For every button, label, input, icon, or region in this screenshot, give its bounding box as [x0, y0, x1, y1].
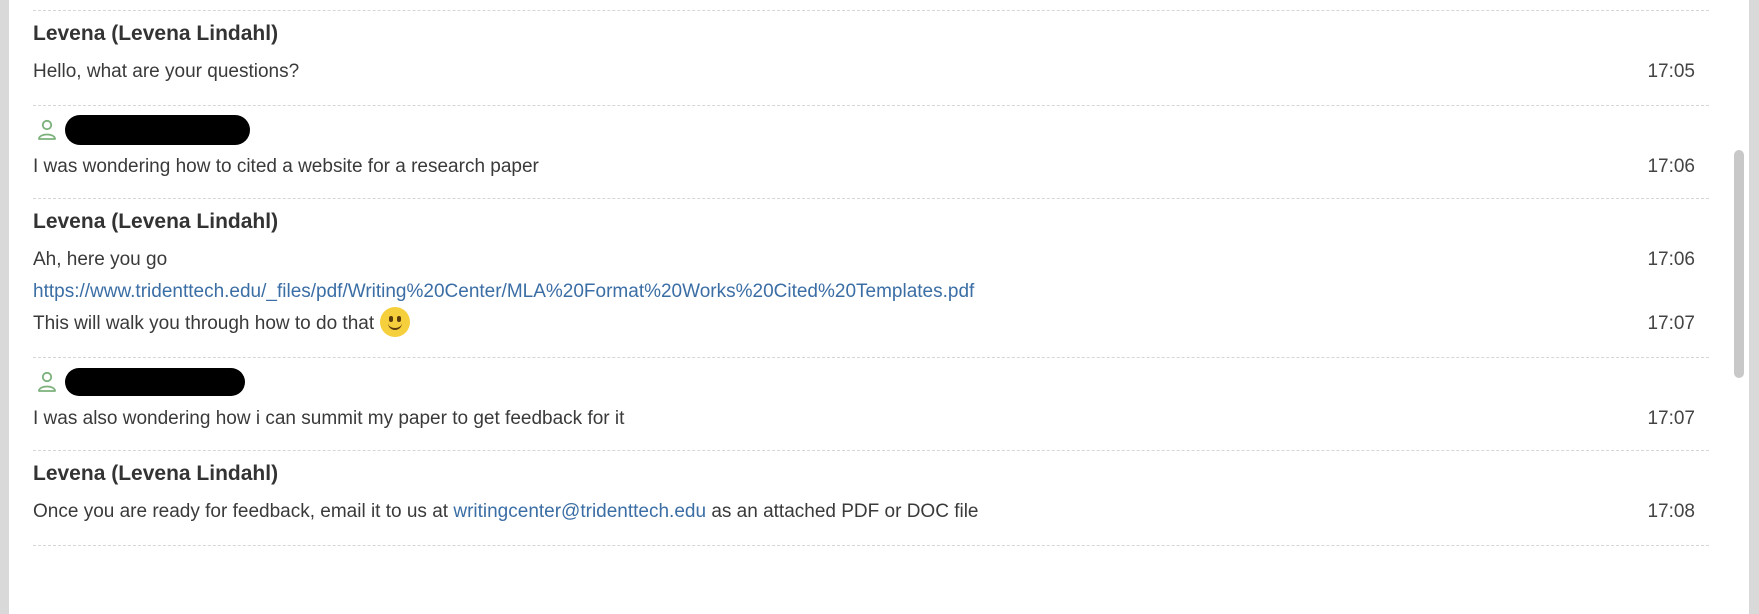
message-line: I was also wondering how i can summit my… [33, 402, 1709, 436]
message-timestamp: 17:05 [1647, 61, 1695, 82]
message-text-before: Once you are ready for feedback, email i… [33, 501, 454, 522]
user-sender [33, 106, 1709, 150]
message-group: Levena (Levena Lindahl) Ah, here you go … [33, 199, 1709, 341]
message-group: I was wondering how to cited a website f… [33, 106, 1709, 184]
message-text: I was also wondering how i can summit my… [33, 408, 625, 429]
message-group: Levena (Levena Lindahl) Once you are rea… [33, 451, 1709, 529]
message-text-with-emoji: This will walk you through how to do tha… [33, 307, 1625, 339]
user-sender [33, 358, 1709, 402]
message-group: I was also wondering how i can summit my… [33, 358, 1709, 436]
message-line: I was wondering how to cited a website f… [33, 150, 1709, 184]
pdf-link[interactable]: https://www.tridenttech.edu/_files/pdf/W… [33, 281, 974, 303]
message-text: Ah, here you go [33, 249, 168, 270]
email-link[interactable]: writingcenter@tridenttech.edu [453, 501, 706, 522]
scrollbar-thumb[interactable] [1734, 150, 1744, 378]
message-divider [33, 545, 1709, 546]
message-group: Levena (Levena Lindahl) Hello, what are … [33, 11, 1709, 89]
chat-panel: Levena (Levena Lindahl) Hello, what are … [9, 0, 1749, 614]
person-outline-icon [38, 119, 56, 140]
message-line: This will walk you through how to do tha… [33, 307, 1709, 341]
message-text-after: as an attached PDF or DOC file [706, 501, 979, 522]
sender-name: Levena (Levena Lindahl) [33, 210, 279, 233]
message-text: I was wondering how to cited a website f… [33, 156, 539, 177]
sender-name: Levena (Levena Lindahl) [33, 462, 279, 485]
message-timestamp: 17:06 [1647, 156, 1695, 177]
smiley-emoji-icon [380, 307, 411, 337]
message-timestamp: 17:07 [1647, 313, 1695, 334]
message-text: Once you are ready for feedback, email i… [33, 501, 1625, 523]
message-text: This will walk you through how to do tha… [33, 313, 375, 335]
message-timestamp: 17:08 [1647, 501, 1695, 522]
sender-name: Levena (Levena Lindahl) [33, 22, 279, 45]
message-text: Hello, what are your questions? [33, 61, 300, 82]
message-timestamp: 17:06 [1647, 249, 1695, 270]
message-line: Hello, what are your questions? 17:05 [33, 55, 1709, 89]
message-link-line: https://www.tridenttech.edu/_files/pdf/W… [33, 277, 1709, 307]
redacted-username [65, 115, 250, 145]
chat-transcript: Levena (Levena Lindahl) Hello, what are … [33, 0, 1709, 546]
person-outline-icon [38, 371, 56, 392]
message-line: Ah, here you go 17:06 [33, 243, 1709, 277]
message-timestamp: 17:07 [1647, 408, 1695, 429]
message-line: Once you are ready for feedback, email i… [33, 495, 1709, 529]
redacted-username [65, 368, 245, 396]
